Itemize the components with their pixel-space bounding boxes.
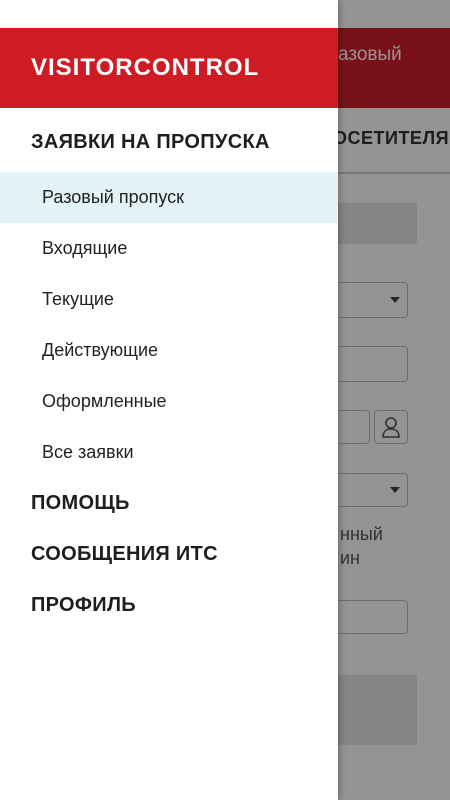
menu-item-issued[interactable]: Оформленные (0, 376, 338, 427)
menu-item-incoming[interactable]: Входящие (0, 223, 338, 274)
section-passes-title: ЗАЯВКИ НА ПРОПУСКА (31, 130, 270, 153)
menu-item-help[interactable]: ПОМОЩЬ (0, 478, 338, 529)
menu-item-profile[interactable]: ПРОФИЛЬ (0, 580, 338, 631)
drawer-status-area (0, 0, 338, 28)
menu-item-all-requests[interactable]: Все заявки (0, 427, 338, 478)
drawer-header: VISITORCONTROL (0, 28, 338, 108)
menu-item-messages[interactable]: СООБЩЕНИЯ ИТС (0, 529, 338, 580)
app-title: VISITORCONTROL (31, 54, 260, 81)
menu-item-single-pass[interactable]: Разовый пропуск (0, 172, 338, 223)
menu-item-valid[interactable]: Действующие (0, 325, 338, 376)
navigation-drawer: VISITORCONTROL ЗАЯВКИ НА ПРОПУСКА Разовы… (0, 0, 338, 800)
menu-item-current[interactable]: Текущие (0, 274, 338, 325)
